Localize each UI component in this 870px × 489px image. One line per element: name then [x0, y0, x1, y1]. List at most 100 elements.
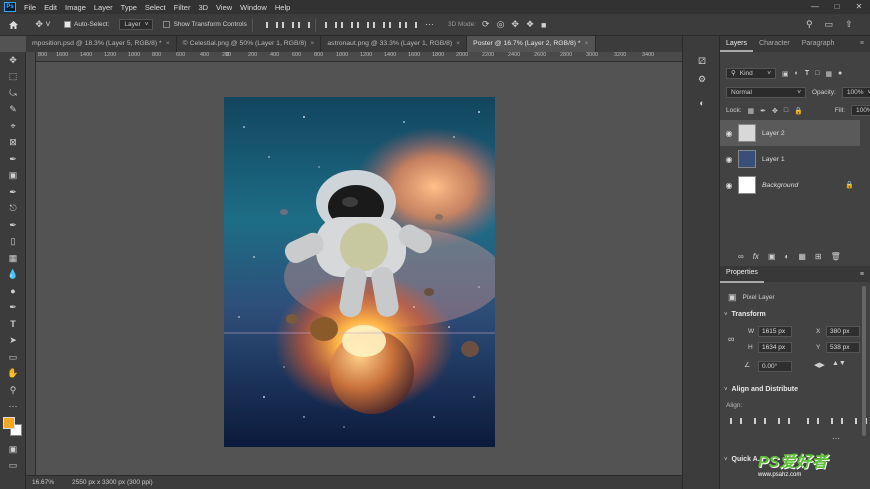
- type-tool-icon[interactable]: T: [0, 316, 26, 333]
- layer-row-layer-1[interactable]: ◉ Layer 1: [720, 146, 860, 172]
- align-vertical-center-icon[interactable]: [340, 20, 353, 30]
- blur-tool-icon[interactable]: 💧: [0, 267, 26, 284]
- frame-tool-icon[interactable]: ⊠: [0, 135, 26, 152]
- lock-position-icon[interactable]: ✥: [772, 107, 778, 115]
- move-tool-icon[interactable]: ✥: [0, 52, 26, 69]
- 3d-orbit-icon[interactable]: ⟳: [482, 19, 490, 30]
- visibility-eye-icon[interactable]: ◉: [720, 129, 738, 138]
- new-group-icon[interactable]: ▦: [798, 252, 806, 261]
- visibility-eye-icon[interactable]: ◉: [720, 155, 738, 164]
- menu-type[interactable]: Type: [117, 3, 141, 12]
- link-layers-icon[interactable]: ∞: [738, 252, 744, 261]
- dodge-tool-icon[interactable]: ●: [0, 283, 26, 300]
- align-vertical-center-icon[interactable]: [830, 416, 843, 426]
- align-top-icon[interactable]: [806, 416, 819, 426]
- align-left-icon[interactable]: [265, 20, 278, 30]
- pen-tool-icon[interactable]: ✒: [0, 300, 26, 317]
- panel-menu-icon[interactable]: ≡: [854, 36, 870, 52]
- minimize-icon[interactable]: —: [804, 0, 826, 14]
- link-dimensions-icon[interactable]: ∞: [728, 334, 734, 344]
- align-top-icon[interactable]: [324, 20, 337, 30]
- gradient-tool-icon[interactable]: ▦: [0, 250, 26, 267]
- panel-scrollbar[interactable]: [862, 286, 866, 436]
- screen-mode-icon[interactable]: ▭: [0, 458, 26, 475]
- workspace-icon[interactable]: ▭: [825, 19, 834, 30]
- align-right-icon[interactable]: [777, 416, 790, 426]
- lasso-tool-icon[interactable]: ⤿: [0, 85, 26, 102]
- delete-layer-icon[interactable]: 🗑: [831, 252, 841, 261]
- marquee-tool-icon[interactable]: ⬚: [0, 69, 26, 86]
- more-tools-icon[interactable]: ⋯: [0, 399, 26, 416]
- eraser-tool-icon[interactable]: ▯: [0, 234, 26, 251]
- chevron-down-icon[interactable]: ˅: [724, 387, 728, 393]
- home-icon[interactable]: [0, 14, 26, 36]
- healing-brush-tool-icon[interactable]: ▣: [0, 168, 26, 185]
- brush-tool-icon[interactable]: ✒: [0, 184, 26, 201]
- layer-row-background[interactable]: ◉ Background 🔒: [720, 172, 860, 198]
- add-layer-style-icon[interactable]: fx: [753, 252, 759, 261]
- menu-help[interactable]: Help: [271, 3, 294, 12]
- close-icon[interactable]: ✕: [848, 0, 870, 14]
- 3d-scale-icon[interactable]: ■: [541, 20, 546, 30]
- menu-view[interactable]: View: [212, 3, 236, 12]
- filter-pixel-icon[interactable]: ▣: [782, 70, 789, 78]
- search-icon[interactable]: ⚲: [806, 19, 813, 30]
- 3d-pan-icon[interactable]: ✥: [511, 19, 519, 30]
- chevron-down-icon[interactable]: ˅: [724, 457, 728, 463]
- lock-all-icon[interactable]: 🔒: [794, 107, 803, 115]
- move-tool-preset-icon[interactable]: ✥ ˅: [26, 14, 60, 36]
- tab-astronaut[interactable]: astronaut.png @ 33.3% (Layer 1, RGB/8) ×: [321, 36, 468, 52]
- quick-select-tool-icon[interactable]: ✎: [0, 102, 26, 119]
- hand-tool-icon[interactable]: ✋: [0, 366, 26, 383]
- tab-composition[interactable]: mposition.psd @ 18.3% (Layer 5, RGB/8) *…: [26, 36, 177, 52]
- more-options-icon[interactable]: ⋯: [832, 434, 840, 443]
- path-selection-tool-icon[interactable]: ➤: [0, 333, 26, 350]
- align-bottom-icon[interactable]: [356, 20, 369, 30]
- align-left-icon[interactable]: [729, 416, 742, 426]
- menu-select[interactable]: Select: [141, 3, 170, 12]
- align-horizontal-center-icon[interactable]: [281, 20, 294, 30]
- filter-type-icon[interactable]: T: [805, 70, 809, 77]
- foreground-color-swatch[interactable]: [3, 417, 15, 429]
- distribute-spacing-icon[interactable]: [388, 20, 401, 30]
- flip-horizontal-icon[interactable]: ◀▶: [814, 361, 825, 369]
- filter-adjustment-icon[interactable]: ◐: [795, 70, 799, 77]
- clone-stamp-tool-icon[interactable]: ⎋: [0, 201, 26, 218]
- lock-transparency-icon[interactable]: ▦: [748, 107, 755, 115]
- share-icon[interactable]: ⇧: [845, 19, 853, 30]
- panel-menu-icon[interactable]: ≡: [860, 271, 864, 278]
- menu-layer[interactable]: Layer: [90, 3, 117, 12]
- 3d-slide-icon[interactable]: ❖: [526, 19, 534, 30]
- menu-file[interactable]: File: [20, 3, 40, 12]
- menu-image[interactable]: Image: [61, 3, 90, 12]
- opacity-input[interactable]: 100% ˅: [841, 87, 870, 98]
- rectangle-tool-icon[interactable]: ▭: [0, 349, 26, 366]
- adjustment-layer-icon[interactable]: ◐: [785, 252, 790, 261]
- close-icon[interactable]: ×: [310, 40, 314, 47]
- y-input[interactable]: 538 px: [826, 342, 860, 353]
- adjustments-panel-icon[interactable]: ⚙: [683, 70, 721, 88]
- 3d-roll-icon[interactable]: ◎: [497, 19, 505, 30]
- chevron-down-icon[interactable]: ˅: [724, 312, 728, 318]
- lock-image-icon[interactable]: ✒: [760, 107, 766, 115]
- tab-character[interactable]: Character: [753, 36, 796, 52]
- layer-filter-kind-dropdown[interactable]: ⚲ Kind ˅: [726, 68, 776, 79]
- color-swatches[interactable]: [0, 415, 25, 441]
- close-icon[interactable]: ×: [166, 40, 170, 47]
- tab-paragraph[interactable]: Paragraph: [796, 36, 841, 52]
- distribute-vertical-icon[interactable]: [404, 20, 417, 30]
- menu-3d[interactable]: 3D: [194, 3, 212, 12]
- tab-celestial[interactable]: © Celestial.png @ 50% (Layer 1, RGB/8) ×: [176, 36, 322, 52]
- tab-poster[interactable]: Poster @ 16.7% (Layer 2, RGB/8) * ×: [467, 36, 596, 52]
- zoom-tool-icon[interactable]: ⚲: [0, 382, 26, 399]
- menu-edit[interactable]: Edit: [40, 3, 61, 12]
- add-mask-icon[interactable]: ▣: [768, 252, 776, 261]
- align-horizontal-center-icon[interactable]: [753, 416, 766, 426]
- tab-layers[interactable]: Layers: [720, 36, 754, 52]
- auto-select-target-dropdown[interactable]: Layer ˅: [119, 19, 154, 30]
- new-layer-icon[interactable]: ⊞: [815, 252, 822, 261]
- flip-vertical-icon[interactable]: ▲▼: [832, 360, 846, 367]
- distribute-icon[interactable]: [372, 20, 385, 30]
- align-right-icon[interactable]: [297, 20, 310, 30]
- menu-filter[interactable]: Filter: [170, 3, 195, 12]
